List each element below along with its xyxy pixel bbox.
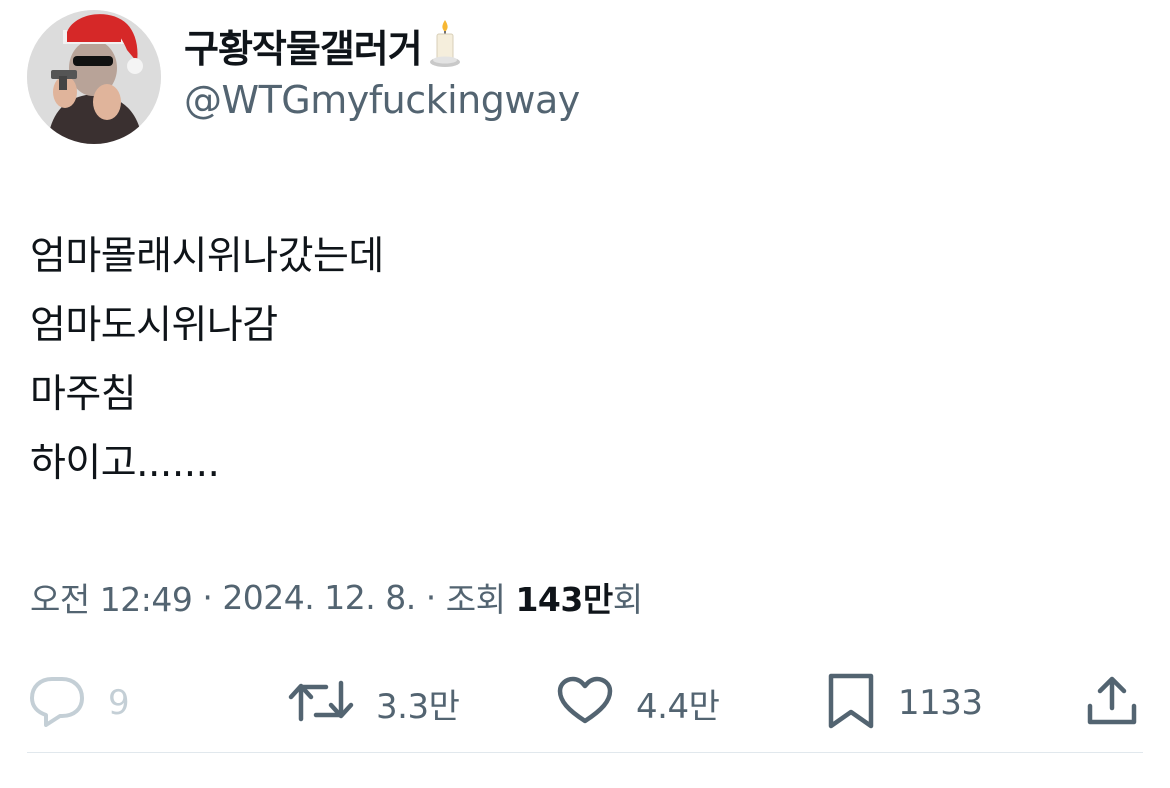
tweet-line: 마주침 <box>30 372 137 417</box>
views-label: 조회 <box>445 580 506 619</box>
bookmark-icon <box>826 672 876 734</box>
avatar-image <box>27 10 161 144</box>
tweet-time[interactable]: 오전 12:49 <box>30 573 193 621</box>
author-display-name[interactable]: 구황작물갤러거 <box>184 18 462 72</box>
views-count: 143만 <box>515 580 613 619</box>
tweet-line: 하이고....... <box>30 441 220 486</box>
retweet-count: 3.3만 <box>376 686 460 727</box>
candle-icon <box>428 18 462 72</box>
share-icon <box>1084 674 1140 732</box>
avatar[interactable] <box>27 10 161 144</box>
reply-button[interactable]: 9 <box>28 674 130 732</box>
heart-icon <box>556 675 614 731</box>
author-handle[interactable]: @WTGmyfuckingway <box>184 78 580 122</box>
retweet-icon <box>288 675 354 731</box>
tweet-meta: 오전 12:49 · 2024. 12. 8. · 조회 143만 회 <box>30 574 643 620</box>
display-name-text: 구황작물갤러거 <box>184 26 423 71</box>
divider <box>27 752 1143 753</box>
retweet-button[interactable]: 3.3만 <box>288 674 460 732</box>
tweet-line: 엄마몰래시위나갔는데 <box>30 234 384 279</box>
bookmark-button[interactable]: 1133 <box>826 672 983 734</box>
share-button[interactable] <box>1084 674 1140 732</box>
reply-icon <box>28 675 86 731</box>
meta-separator: · <box>425 577 437 617</box>
tweet-date[interactable]: 2024. 12. 8. <box>222 578 416 617</box>
bookmark-count: 1133 <box>898 683 983 723</box>
like-button[interactable]: 4.4만 <box>556 674 720 732</box>
tweet-line: 엄마도시위나감 <box>30 303 278 348</box>
views-suffix: 회 <box>612 580 643 619</box>
tweet-text: 엄마몰래시위나갔는데 엄마도시위나감 마주침 하이고....... <box>30 222 384 498</box>
like-count: 4.4만 <box>636 686 720 727</box>
reply-count: 9 <box>108 683 130 723</box>
meta-separator: · <box>202 577 213 617</box>
